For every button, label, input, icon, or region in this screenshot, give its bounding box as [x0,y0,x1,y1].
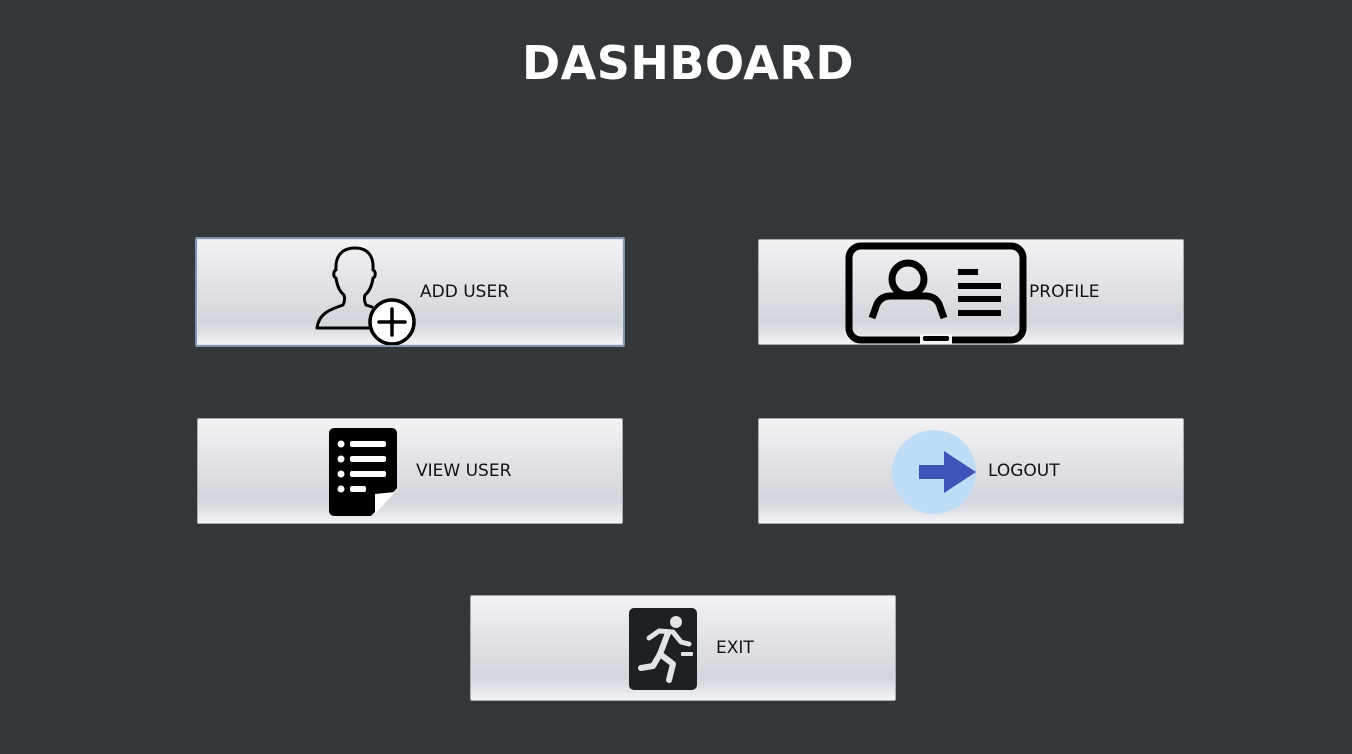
view-user-label: VIEW USER [416,461,512,481]
page-title: DASHBOARD [521,36,855,90]
logout-label: LOGOUT [988,461,1060,481]
add-user-button[interactable]: ADD USER [195,237,625,347]
arrow-right-icon [892,430,976,514]
document-list-icon [329,428,397,516]
view-user-button[interactable]: VIEW USER [197,418,623,524]
add-user-icon [315,246,416,345]
logout-button[interactable]: LOGOUT [758,418,1184,524]
add-user-label: ADD USER [420,282,510,302]
exit-label: EXIT [716,638,754,658]
profile-label: PROFILE [1029,282,1100,302]
running-exit-icon [629,608,697,690]
exit-button[interactable]: EXIT [470,595,896,701]
id-card-icon [845,242,1027,344]
profile-button[interactable]: PROFILE [758,239,1184,345]
